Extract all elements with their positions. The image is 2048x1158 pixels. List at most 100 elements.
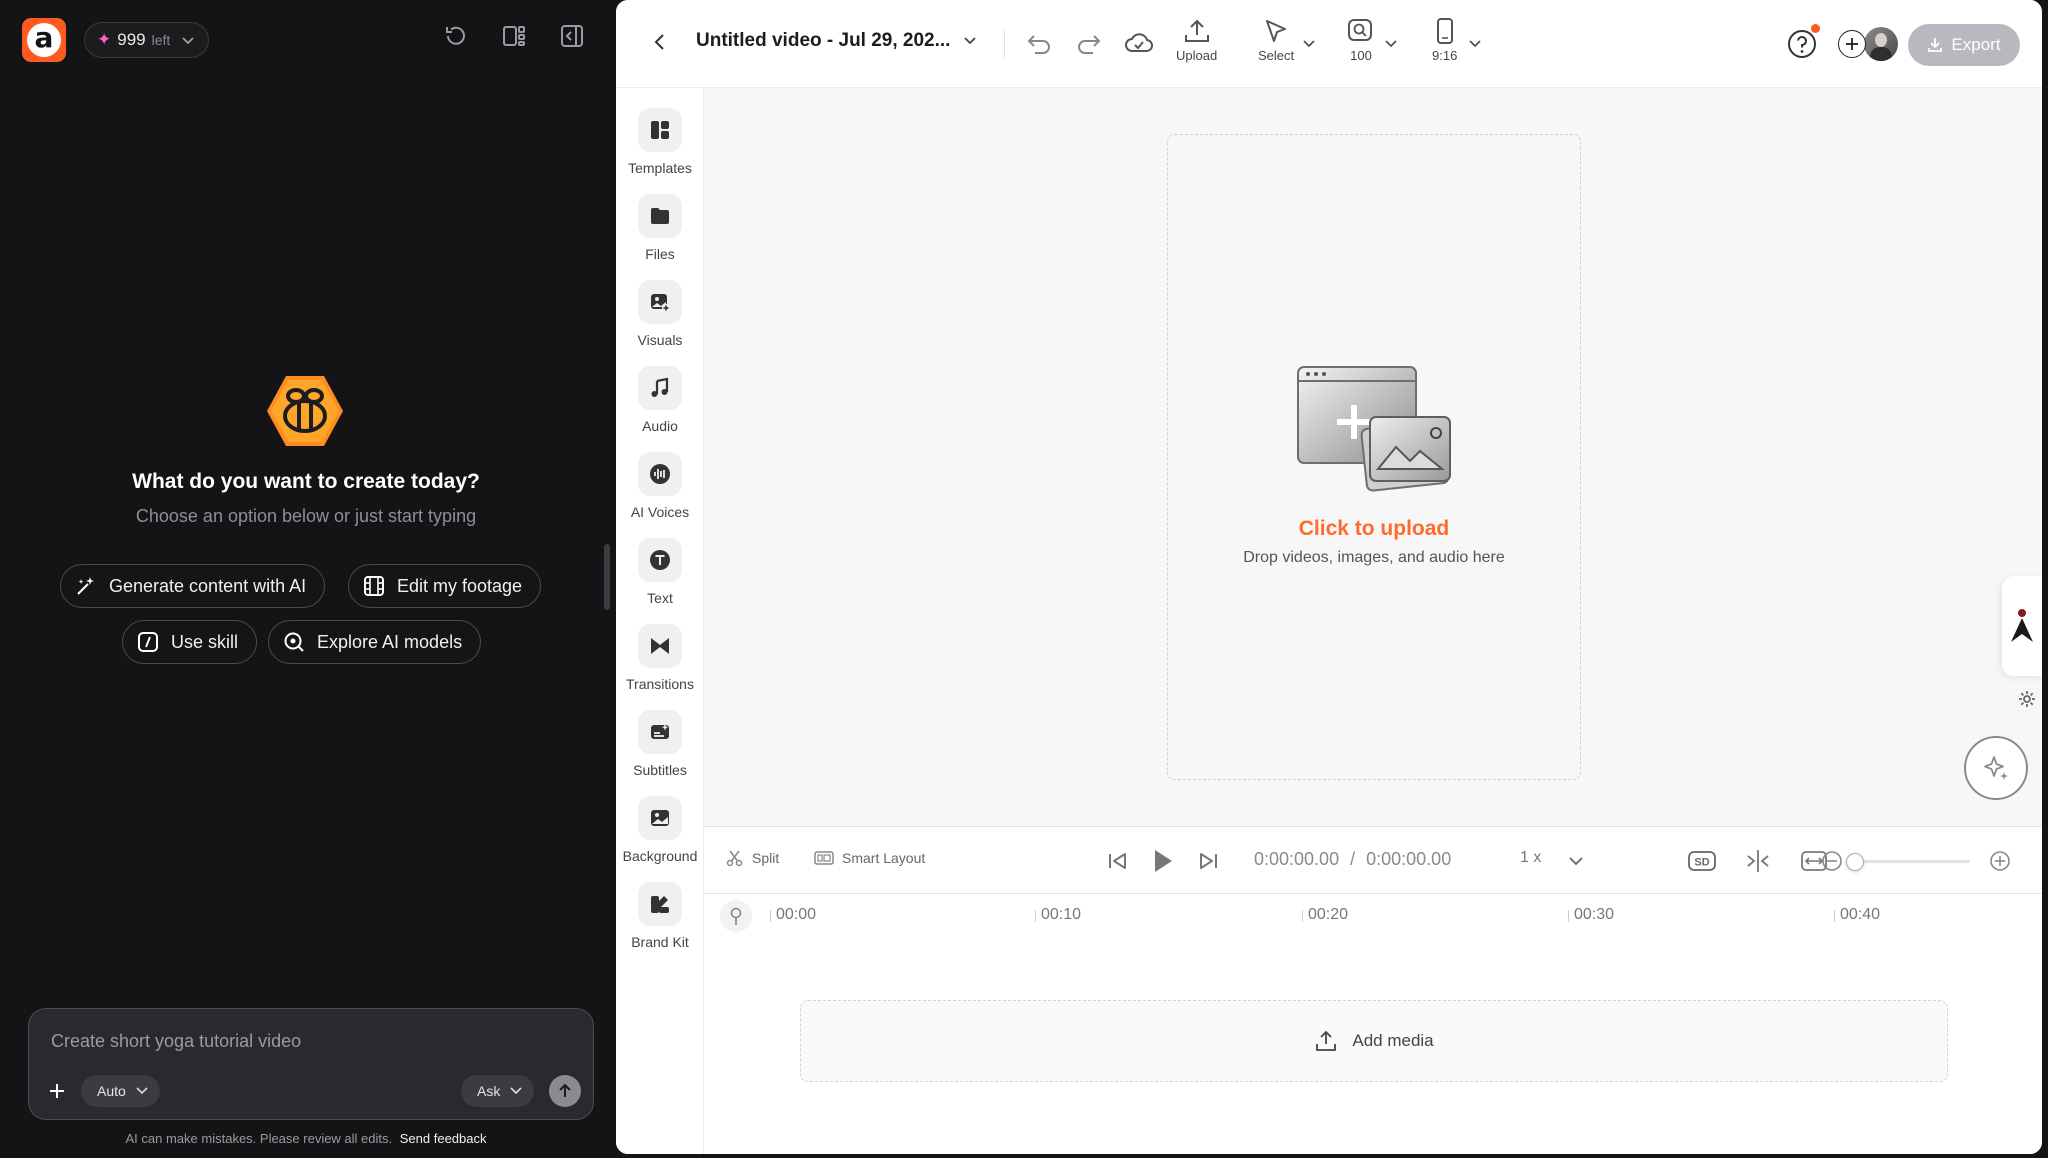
toolbar-divider bbox=[1004, 30, 1005, 58]
zoom-out-icon[interactable] bbox=[1818, 847, 1846, 875]
sparkle-icon bbox=[1984, 756, 2008, 780]
zoom-level: 100 bbox=[1350, 48, 1372, 63]
timeline: 00:00 00:10 00:20 00:30 00:40 Add media bbox=[704, 894, 2042, 1154]
chevron-down-icon bbox=[510, 1087, 522, 1095]
add-attachment-icon[interactable] bbox=[43, 1077, 71, 1105]
sidebar-item-label: Audio bbox=[642, 418, 678, 434]
play-icon[interactable] bbox=[1148, 847, 1176, 875]
aspect-ratio-tool[interactable]: 9:16 bbox=[1432, 18, 1457, 63]
sidebar-item-subtitles[interactable]: Subtitles bbox=[616, 710, 704, 778]
generate-content-chip[interactable]: Generate content with AI bbox=[60, 564, 326, 608]
sidebar-item-ai-voices[interactable]: AI Voices bbox=[616, 452, 704, 520]
snap-icon[interactable] bbox=[1744, 847, 1772, 875]
time-current: 0:00:00.00 bbox=[1254, 849, 1340, 869]
film-icon bbox=[363, 575, 385, 597]
sidebar-item-transitions[interactable]: Transitions bbox=[616, 624, 704, 692]
templates-icon bbox=[638, 108, 682, 152]
skip-back-icon[interactable] bbox=[1104, 847, 1132, 875]
ask-dropdown[interactable]: Ask bbox=[461, 1075, 535, 1107]
panel-resize-handle[interactable] bbox=[604, 544, 610, 610]
send-button[interactable] bbox=[549, 1075, 581, 1107]
chevron-down-icon[interactable] bbox=[1468, 36, 1482, 54]
use-skill-chip[interactable]: Use skill bbox=[122, 620, 258, 664]
slash-command-icon bbox=[137, 631, 159, 653]
undo-icon[interactable] bbox=[1024, 28, 1054, 58]
mode-label: Auto bbox=[97, 1083, 126, 1099]
gear-icon[interactable] bbox=[2018, 690, 2036, 708]
prompt-input[interactable]: Create short yoga tutorial video bbox=[51, 1031, 301, 1052]
app-logo[interactable]: a bbox=[22, 18, 66, 62]
smart-layout-button[interactable]: Smart Layout bbox=[814, 849, 925, 867]
search-models-icon bbox=[283, 631, 305, 653]
sidebar-item-label: Brand Kit bbox=[631, 934, 689, 950]
sidebar-item-templates[interactable]: Templates bbox=[616, 108, 704, 176]
sidebar-item-text[interactable]: Text bbox=[616, 538, 704, 606]
project-title[interactable]: Untitled video - Jul 29, 202... bbox=[696, 30, 950, 52]
hero-subtitle: Choose an option below or just start typ… bbox=[135, 506, 477, 526]
user-avatar[interactable] bbox=[1864, 27, 1898, 61]
timeline-zoom-slider[interactable] bbox=[1852, 860, 1970, 863]
chevron-down-icon bbox=[136, 1087, 148, 1095]
layout-toggle-icon[interactable] bbox=[500, 22, 528, 50]
scissors-icon bbox=[726, 850, 743, 867]
zoom-tool[interactable]: 100 bbox=[1346, 18, 1376, 63]
marker-pin-icon[interactable] bbox=[720, 900, 752, 932]
mode-dropdown[interactable]: Auto bbox=[81, 1075, 160, 1107]
sidebar-item-background[interactable]: Background bbox=[616, 796, 704, 864]
music-note-icon bbox=[638, 366, 682, 410]
send-feedback-link[interactable]: Send feedback bbox=[400, 1131, 487, 1146]
zoom-in-icon[interactable] bbox=[1986, 847, 2014, 875]
ask-label: Ask bbox=[477, 1083, 501, 1099]
upload-illustration-icon bbox=[1296, 365, 1456, 495]
sidebar-item-brand-kit[interactable]: Brand Kit bbox=[616, 882, 704, 950]
chevron-down-icon[interactable] bbox=[1562, 847, 1590, 875]
add-media-button[interactable]: Add media bbox=[800, 1000, 1948, 1082]
upload-tool[interactable]: Upload bbox=[1176, 18, 1217, 63]
select-tool-label: Select bbox=[1258, 48, 1295, 63]
sidebar-item-label: Text bbox=[647, 590, 673, 606]
chevron-down-icon[interactable] bbox=[1384, 36, 1398, 54]
floating-app-widget[interactable] bbox=[2002, 576, 2042, 676]
arrow-up-icon bbox=[559, 1083, 571, 1097]
edit-footage-chip[interactable]: Edit my footage bbox=[348, 564, 542, 608]
redo-icon[interactable] bbox=[1074, 28, 1104, 58]
upload-dropzone[interactable]: Click to upload Drop videos, images, and… bbox=[1167, 134, 1581, 780]
history-icon[interactable] bbox=[442, 22, 470, 50]
upload-title[interactable]: Click to upload bbox=[1168, 517, 1580, 541]
image-plus-icon bbox=[638, 280, 682, 324]
collapse-panel-icon[interactable] bbox=[558, 22, 586, 50]
explore-models-chip[interactable]: Explore AI models bbox=[268, 620, 482, 664]
split-button[interactable]: Split bbox=[726, 849, 779, 867]
back-arrow-icon[interactable] bbox=[648, 30, 672, 54]
select-tool[interactable]: Select bbox=[1258, 18, 1294, 63]
timeline-zoom-knob[interactable] bbox=[1846, 853, 1864, 871]
quality-label: SD bbox=[1694, 857, 1709, 869]
image-icon bbox=[638, 796, 682, 840]
invite-user-button[interactable] bbox=[1838, 30, 1866, 58]
aspect-ratio-label: 9:16 bbox=[1432, 48, 1458, 63]
export-button[interactable]: Export bbox=[1908, 24, 2020, 66]
preview-canvas: Click to upload Drop videos, images, and… bbox=[704, 88, 2042, 826]
upload-subtitle: Drop videos, images, and audio here bbox=[1243, 549, 1505, 566]
timeline-tick: 00:20 bbox=[1301, 906, 1349, 923]
assistant-panel: a ✦ 999 left What do you want to create … bbox=[0, 0, 616, 1158]
upload-icon bbox=[1184, 19, 1209, 42]
playback-speed[interactable]: 1 x bbox=[1520, 849, 1541, 867]
use-skill-label: Use skill bbox=[171, 631, 239, 652]
sidebar-item-audio[interactable]: Audio bbox=[616, 366, 704, 434]
chevron-down-icon[interactable] bbox=[1302, 36, 1316, 54]
credits-dropdown[interactable]: ✦ 999 left bbox=[84, 22, 210, 58]
smart-layout-icon bbox=[814, 851, 834, 865]
prompt-composer[interactable]: Create short yoga tutorial video Auto As… bbox=[28, 1008, 594, 1120]
ai-magic-button[interactable] bbox=[1964, 736, 2028, 800]
chevron-down-icon[interactable] bbox=[962, 32, 978, 53]
sidebar-item-files[interactable]: Files bbox=[616, 194, 704, 262]
quality-badge[interactable]: SD bbox=[1686, 847, 1718, 875]
time-total: 0:00:00.00 bbox=[1366, 849, 1452, 869]
logo-letter-icon: a bbox=[27, 23, 61, 57]
timeline-tick: 00:30 bbox=[1567, 906, 1615, 923]
skip-forward-icon[interactable] bbox=[1194, 847, 1222, 875]
chevron-down-icon bbox=[182, 30, 194, 50]
sidebar-item-visuals[interactable]: Visuals bbox=[616, 280, 704, 348]
sidebar-item-label: Background bbox=[622, 848, 698, 864]
